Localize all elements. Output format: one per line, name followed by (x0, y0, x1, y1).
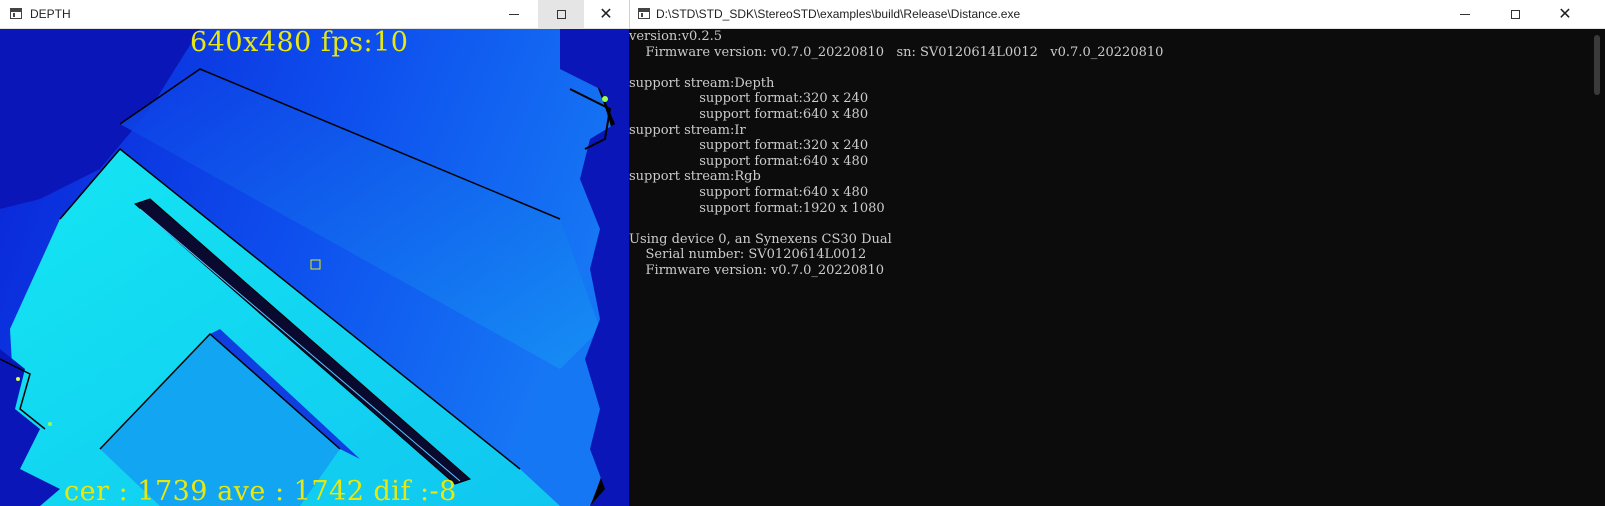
close-icon: ✕ (599, 4, 613, 23)
console-line: support format:640 x 480 (629, 184, 869, 200)
console-close-button[interactable]: ✕ (1542, 0, 1588, 28)
console-output-area[interactable]: version:v0.2.5 Firmware version: v0.7.0_… (629, 29, 1605, 506)
resolution-fps-overlay: 640x480 fps:10 (190, 29, 409, 58)
minimize-icon (509, 13, 519, 15)
close-icon: ✕ (1558, 4, 1572, 23)
console-line: support format:640 x 480 (629, 153, 869, 169)
console-line: support format:1920 x 1080 (629, 200, 885, 216)
console-line: support format:640 x 480 (629, 106, 869, 122)
console-text: version:v0.2.5 Firmware version: v0.7.0_… (629, 29, 1163, 279)
console-line: version:v0.2.5 (629, 29, 723, 44)
depth-minimize-button[interactable] (491, 0, 537, 28)
console-line: Using device 0, an Synexens CS30 Dual (629, 231, 892, 247)
console-window: D:\STD\STD_SDK\StereoSTD\examples\build\… (629, 0, 1605, 506)
depth-window: DEPTH ✕ 640x480 fps:10 cer: 1739 ave: … (0, 0, 629, 506)
depth-window-title: DEPTH (30, 7, 71, 21)
maximize-icon (1510, 9, 1520, 19)
console-line: support format:320 x 240 (629, 138, 869, 154)
depth-map-image (0, 29, 629, 506)
console-line: support format:320 x 240 (629, 91, 869, 107)
distance-stats-overlay: cer : 1739 ave : 1742 dif :-8 (64, 476, 457, 506)
console-line: support stream:Rgb (629, 169, 761, 185)
console-maximize-button[interactable] (1492, 0, 1538, 28)
depth-image-view: 640x480 fps:10 cer : 1739 ave : 1742 dif… (0, 29, 629, 506)
maximize-icon (556, 9, 566, 19)
console-line: support stream:Ir (629, 122, 746, 138)
console-line: Firmware version: v0.7.0_20220810 (629, 262, 885, 278)
console-line: Serial number: SV0120614L0012 (629, 247, 867, 263)
scrollbar-thumb[interactable] (1594, 35, 1600, 95)
console-line: support stream:Depth (629, 75, 775, 91)
console-titlebar[interactable]: D:\STD\STD_SDK\StereoSTD\examples\build\… (629, 0, 1605, 29)
depth-maximize-button[interactable] (538, 0, 584, 28)
console-line: Firmware version: v0.7.0_20220810 sn: SV… (629, 44, 1164, 60)
console-minimize-button[interactable] (1442, 0, 1488, 28)
minimize-icon (1460, 13, 1470, 15)
depth-close-button[interactable]: ✕ (583, 0, 629, 28)
window-app-icon (10, 8, 22, 19)
console-scrollbar[interactable] (1588, 29, 1605, 506)
console-window-title: D:\STD\STD_SDK\StereoSTD\examples\build\… (656, 7, 1021, 21)
depth-titlebar[interactable]: DEPTH ✕ (0, 0, 629, 29)
console-app-icon (638, 8, 650, 19)
